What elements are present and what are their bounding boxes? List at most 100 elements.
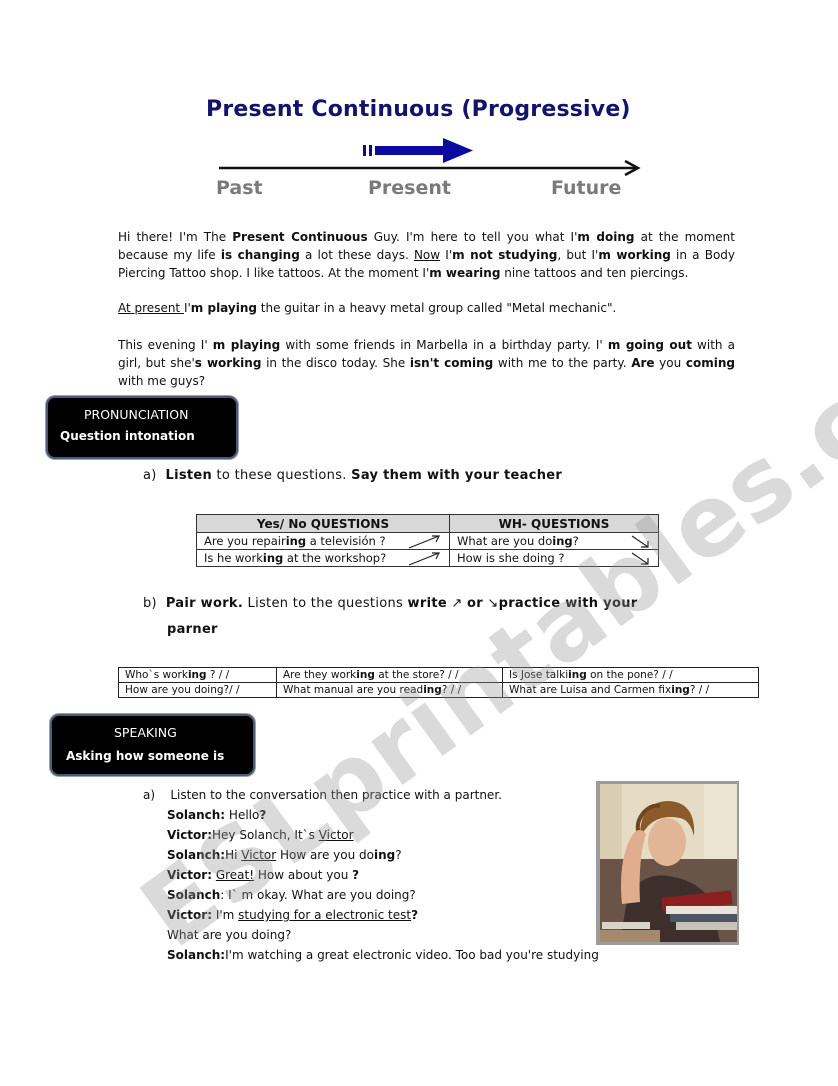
yes-no-question-cell: Are you repairing a televisión ? [196, 532, 450, 550]
question-text: Is he working at the workshop? [204, 551, 386, 565]
dialogue-line: Victor: Great! How about you ? [167, 868, 359, 882]
bold-text: ing [671, 684, 690, 696]
speaker-name: Victor: [167, 908, 212, 922]
dialogue-line: Victor:Hey Solanch, It`s Victor [167, 828, 354, 842]
text-run: a televisión ? [306, 534, 386, 548]
bold-text: m playing [212, 338, 281, 352]
dialogue-line: Solanch:I'm watching a great electronic … [167, 948, 599, 962]
banner-title: PRONUNCIATION [84, 407, 189, 422]
text-run: How are you doing?/ / [125, 684, 240, 696]
bold-text: ? [259, 808, 267, 822]
text-run: to these questions. [212, 468, 352, 483]
timeline-label-past: Past [216, 177, 263, 199]
bold-text: write [407, 596, 447, 611]
dialogue-line: What are you doing? [167, 928, 291, 942]
exercise-marker: b) [143, 596, 157, 611]
header-wh-questions: WH- QUESTIONS [449, 514, 659, 533]
bold-text: isn't coming [409, 356, 494, 370]
exercise-instruction: Listen to these questions. Say them with… [166, 468, 563, 483]
text-run: Listen to the questions [243, 596, 408, 611]
bold-text: ing [262, 551, 284, 565]
underlined-text: Great! [215, 868, 255, 882]
banner-subtitle: Question intonation [60, 429, 195, 443]
bold-text: coming [685, 356, 735, 370]
text-run: Guy. I'm here to tell you what I' [367, 230, 578, 244]
text-run: How are you do [276, 848, 374, 862]
bold-text: ? [411, 908, 419, 922]
falling-intonation-arrow-icon [631, 552, 649, 565]
underlined-text: Victor [318, 828, 354, 842]
text-run: ? / / [441, 684, 462, 696]
yes-no-question-cell: Is he working at the workshop? [196, 549, 450, 567]
pair-work-question-cell: How are you doing?/ / [118, 682, 277, 698]
text-run: I'm [212, 908, 239, 922]
speaker-name: Solanch: [167, 948, 226, 962]
pronunciation-banner: PRONUNCIATION Question intonation [46, 396, 238, 459]
speaking-banner: SPEAKING Asking how someone is [50, 714, 255, 776]
speaker-name: Victor: [167, 828, 212, 842]
text-run: Hey Solanch, It`s [212, 828, 319, 842]
falling-intonation-arrow-icon [631, 535, 649, 548]
table-row: How are you doing?/ / What manual are you… [118, 682, 759, 698]
timeline-dash-mark [363, 145, 366, 156]
text-run: How is she doing ? [457, 551, 565, 565]
speaking-exercise-a: a) Listen to the conversation then pract… [143, 788, 502, 802]
bold-text: m playing [190, 301, 257, 315]
bold-text: m going out [607, 338, 692, 352]
text-run: : I` m okay. What are you doing? [220, 888, 416, 902]
bold-text: Say them with your teacher [351, 468, 563, 483]
bold-text: m not studying [452, 248, 558, 262]
question-text: What are you doing? [457, 534, 579, 548]
text-run: Who`s work [125, 669, 188, 681]
text-run: ↘ [482, 596, 499, 611]
present-arrow-head [443, 138, 473, 163]
worksheet-title: Present Continuous (Progressive) [206, 97, 631, 122]
bold-text: Are [631, 356, 655, 370]
dialogue-text: Hey Solanch, It`s Victor [212, 828, 354, 842]
text-run: Hi [225, 848, 242, 862]
text-run: ? [395, 848, 402, 862]
dialogue-line: Solanch: I` m okay. What are you doing? [167, 888, 416, 902]
exercise-marker: a) [143, 788, 156, 802]
text-run: nine tattoos and ten piercings. [500, 266, 689, 280]
banner-title: SPEAKING [114, 725, 177, 740]
dialogue-text: I'm studying for a electronic test? [212, 908, 418, 922]
dialogue-text: : I` m okay. What are you doing? [220, 888, 415, 902]
text-run: with me guys? [118, 374, 206, 388]
table-row: Is he working at the workshop? How is she… [196, 549, 659, 567]
dialogue-text: What are you doing? [167, 928, 291, 942]
underlined-text: Now [413, 248, 441, 262]
pair-work-table: Who`s working ? / / Are they working at t… [118, 667, 759, 698]
text-run: Are you repair [204, 534, 286, 548]
bold-text: ing [356, 669, 375, 681]
underlined-text: At present [118, 301, 184, 315]
dialogue-text: I'm watching a great electronic video. T… [225, 948, 599, 962]
pair-work-question-cell: Is Jose talkiing on the pone? / / [502, 667, 759, 683]
text-run: What manual are you read [283, 684, 424, 696]
speaker-name: Solanch: [167, 848, 226, 862]
wh-question-cell: How is she doing ? [449, 549, 659, 567]
dialogue-text: Hi Victor How are you doing? [225, 848, 402, 862]
text-run: How about you [254, 868, 353, 882]
text-run: the guitar in a heavy metal group called… [256, 301, 617, 315]
rising-intonation-arrow-icon [408, 535, 440, 549]
table-row: Are you repairing a televisión ? What are… [196, 532, 659, 550]
timeline-graphic [219, 138, 641, 177]
text-run: at the store? / / [374, 669, 459, 681]
table-row: Who`s working ? / / Are they working at t… [118, 667, 759, 683]
text-run: What are you do [457, 534, 553, 548]
bold-text: m wearing [429, 266, 501, 280]
bold-text: s working [194, 356, 262, 370]
text-run: with me to the party. [493, 356, 632, 370]
dialogue-line: Solanch: Hello? [167, 808, 266, 822]
text-run: you [654, 356, 686, 370]
speaker-name: Solanch [167, 888, 221, 902]
text-run: This evening I' [118, 338, 213, 352]
text-run: in the disco today. She [261, 356, 410, 370]
bold-text: ing [423, 684, 442, 696]
intro-paragraph-3: This evening I' m playing with some frie… [118, 336, 735, 390]
text-run: at the workshop? [283, 551, 387, 565]
intonation-question-table: Yes/ No QUESTIONS WH- QUESTIONS Are you … [196, 514, 659, 567]
text-run: I'm watching a great electronic video. T… [225, 948, 599, 962]
text-run: I' [183, 301, 191, 315]
